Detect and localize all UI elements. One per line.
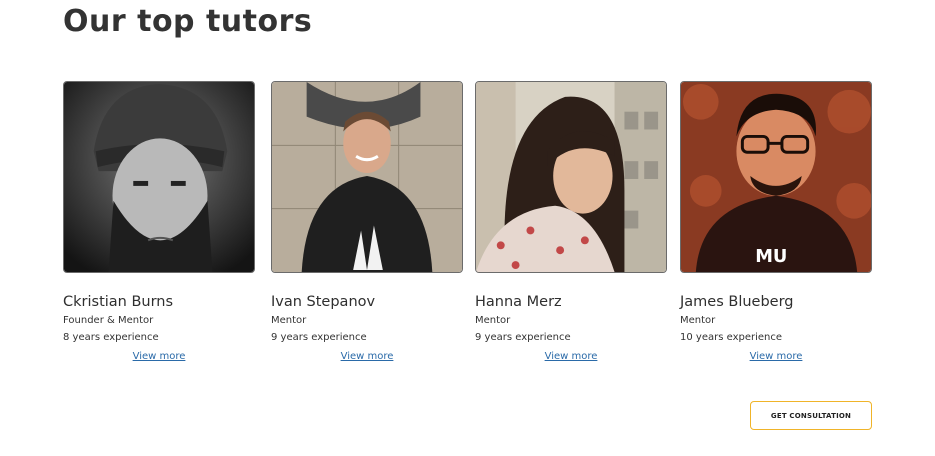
tutor-name: Ivan Stepanov [271,294,376,310]
tutor-experience: 9 years experience [271,332,367,343]
section-title: Our top tutors [63,4,313,39]
tutor-role: Mentor [475,315,511,326]
view-more-link[interactable]: View more [271,351,463,362]
tutor-role: Founder & Mentor [63,315,154,326]
tutor-card: MU James Blueberg Mentor 10 years experi… [680,81,872,362]
tutor-photo [475,81,667,273]
tutor-role: Mentor [271,315,307,326]
tutor-experience: 9 years experience [475,332,571,343]
view-more-link[interactable]: View more [680,351,872,362]
tutor-card: Ckristian Burns Founder & Mentor 8 years… [63,81,255,362]
get-consultation-button[interactable]: GET CONSULTATION [750,401,872,430]
tutor-photo [63,81,255,273]
view-more-link[interactable]: View more [475,351,667,362]
svg-text:MU: MU [755,246,787,267]
tutor-name: James Blueberg [680,294,794,310]
tutor-experience: 10 years experience [680,332,783,343]
tutor-name: Hanna Merz [475,294,562,310]
tutor-card: Ivan Stepanov Mentor 9 years experience … [271,81,463,362]
view-more-link[interactable]: View more [63,351,255,362]
tutor-photo [271,81,463,273]
tutor-photo: MU [680,81,872,273]
tutor-experience: 8 years experience [63,332,159,343]
tutors-section: Our top tutors Ckristian Burns Founder &… [0,0,935,456]
tutor-card: Hanna Merz Mentor 9 years experience Vie… [475,81,667,362]
tutor-role: Mentor [680,315,716,326]
tutor-name: Ckristian Burns [63,294,174,310]
